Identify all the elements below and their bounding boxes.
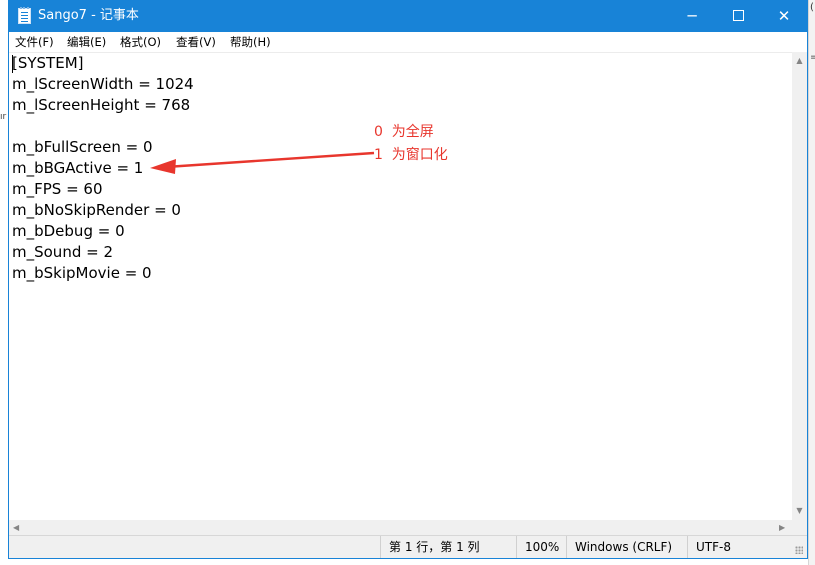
- minimize-icon: ─: [687, 7, 697, 25]
- status-zoom: 100%: [516, 536, 566, 558]
- maximize-button[interactable]: [715, 1, 761, 32]
- status-encoding: UTF-8: [687, 536, 791, 558]
- text-editor[interactable]: [SYSTEM] m_lScreenWidth = 1024 m_lScreen…: [9, 52, 792, 520]
- menu-bar: 文件(F) 编辑(E) 格式(O) 查看(V) 帮助(H): [9, 32, 807, 53]
- annotation-windowed: 1 为窗口化: [374, 147, 448, 163]
- arrow-head: [150, 159, 176, 174]
- menu-file[interactable]: 文件(F): [15, 34, 54, 50]
- scroll-left-icon[interactable]: ◀: [13, 520, 19, 535]
- menu-edit[interactable]: 编辑(E): [67, 34, 106, 50]
- annotation-fullscreen: 0 为全屏: [374, 124, 434, 140]
- text-line: m_Sound = 2: [12, 243, 113, 261]
- text-line: m_bNoSkipRender = 0: [12, 201, 181, 219]
- background-window-char: ır: [0, 112, 7, 122]
- close-button[interactable]: ✕: [761, 1, 807, 32]
- notepad-icon: [18, 7, 31, 24]
- vertical-scrollbar[interactable]: ▲ ▼: [792, 52, 807, 520]
- close-icon: ✕: [777, 7, 791, 25]
- text-line: m_bSkipMovie = 0: [12, 264, 152, 282]
- arrow-shaft: [165, 151, 375, 169]
- background-window-char: =: [810, 52, 815, 63]
- scrollbar-corner: [792, 520, 807, 535]
- text-line: m_bBGActive = 1: [12, 159, 144, 177]
- text-line: m_lScreenWidth = 1024: [12, 75, 194, 93]
- horizontal-scrollbar[interactable]: ◀ ▶: [9, 520, 792, 535]
- status-cursor-position: 第 1 行，第 1 列: [380, 536, 516, 558]
- maximize-icon: [732, 10, 744, 21]
- window-title: Sango7 - 记事本: [38, 8, 139, 23]
- scroll-right-icon[interactable]: ▶: [779, 520, 785, 535]
- text-line: m_FPS = 60: [12, 180, 103, 198]
- text-line: m_bDebug = 0: [12, 222, 125, 240]
- menu-help[interactable]: 帮助(H): [230, 34, 271, 50]
- notepad-window: Sango7 - 记事本 ─ ✕ 文件(F) 编辑(E) 格式(O) 查看(V)…: [8, 0, 808, 559]
- minimize-button[interactable]: ─: [669, 1, 715, 32]
- status-line-ending: Windows (CRLF): [566, 536, 687, 558]
- title-bar[interactable]: Sango7 - 记事本 ─ ✕: [9, 1, 807, 32]
- scroll-down-icon[interactable]: ▼: [792, 504, 807, 518]
- text-line: m_lScreenHeight = 768: [12, 96, 191, 114]
- text-line: m_bFullScreen = 0: [12, 138, 153, 156]
- menu-view[interactable]: 查看(V): [176, 34, 216, 50]
- background-window-char: (: [810, 2, 814, 13]
- background-window-edge: [808, 0, 815, 565]
- menu-format[interactable]: 格式(O): [120, 34, 161, 50]
- annotation-arrow: [150, 151, 375, 174]
- text-line: [SYSTEM]: [12, 54, 84, 72]
- scroll-up-icon[interactable]: ▲: [792, 54, 807, 68]
- resize-grip-icon[interactable]: [795, 546, 803, 554]
- status-bar: 第 1 行，第 1 列 100% Windows (CRLF) UTF-8: [9, 535, 807, 558]
